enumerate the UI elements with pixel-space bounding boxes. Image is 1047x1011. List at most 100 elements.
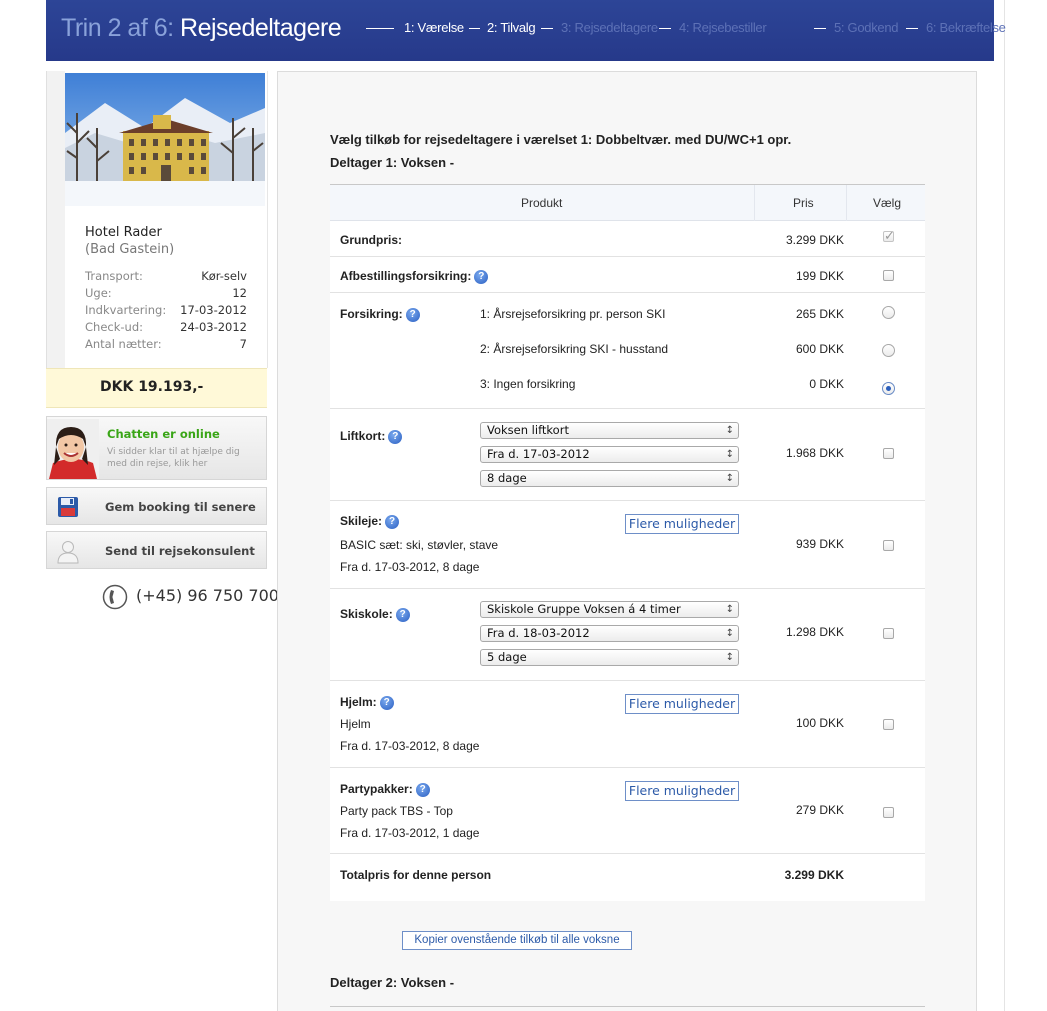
save-booking-label: Gem booking til senere [105, 500, 256, 514]
lift-pass-label: Liftkort:? [340, 429, 403, 444]
step-prefix: Trin 2 af 6: [61, 14, 174, 42]
step-3: 3: Rejsedeltagere [561, 20, 658, 35]
base-price-label: Grundpris: [340, 233, 402, 247]
base-price-value: 3.299 DKK [785, 233, 844, 247]
chat-button[interactable]: Chatten er online Vi sidder klar til at … [46, 416, 267, 480]
helmet-more-options-button[interactable]: Flere muligheder [625, 694, 739, 714]
insurance-option-3-price: 0 DKK [809, 377, 844, 391]
cancellation-insurance-price: 199 DKK [795, 269, 844, 283]
row-helmet: Hjelm:? Hjelm Fra d. 17-03-2012, 8 dage … [330, 681, 925, 768]
insurance-text: Forsikring: [340, 307, 403, 321]
ski-school-type-select[interactable]: Skiskole Gruppe Voksen á 4 timer [480, 601, 739, 618]
info-label: Indkvartering: [85, 303, 167, 317]
step-line [814, 28, 826, 29]
helmet-label: Hjelm:? [340, 695, 394, 710]
help-icon[interactable]: ? [415, 783, 430, 797]
helmet-description: Hjelm [340, 717, 371, 731]
lift-pass-price: 1.968 DKK [785, 446, 844, 460]
phone-number: (+45) 96 750 700 [136, 586, 279, 605]
save-booking-button[interactable]: Gem booking til senere [46, 487, 267, 525]
column-select: Vælg [873, 196, 902, 210]
row-party-packs: Partypakker:? Party pack TBS - Top Fra d… [330, 768, 925, 854]
party-packs-more-options-button[interactable]: Flere muligheder [625, 781, 739, 801]
step-4: 4: Rejsebestiller [679, 20, 767, 35]
help-icon[interactable]: ? [379, 696, 394, 710]
helmet-text: Hjelm: [340, 695, 377, 709]
insurance-option-1-price: 265 DKK [795, 307, 844, 321]
party-packs-description: Party pack TBS - Top [340, 804, 453, 818]
info-value: 17-03-2012 [180, 303, 247, 317]
row-ski-rental: Skileje:? BASIC sæt: ski, støvler, stave… [330, 501, 925, 589]
helmet-checkbox[interactable] [883, 719, 894, 730]
step-6: 6: Bekræftelse [926, 20, 1006, 35]
helmet-date: Fra d. 17-03-2012, 8 dage [340, 739, 480, 753]
column-product: Produkt [521, 196, 563, 210]
insurance-option-3-radio[interactable] [882, 382, 895, 395]
step-line [659, 28, 671, 29]
help-icon[interactable]: ? [405, 308, 420, 322]
person-icon [57, 540, 79, 564]
addon-table: Produkt Pris Vælg Grundpris: 3.299 DKK A… [330, 184, 925, 901]
step-1[interactable]: 1: Værelse [404, 20, 464, 35]
info-value: Kør-selv [201, 269, 247, 283]
base-price-checkbox [883, 228, 895, 244]
lift-pass-type-select[interactable]: Voksen liftkort [480, 422, 739, 439]
copy-to-all-adults-button[interactable]: Kopier ovenstående tilkøb til alle voksn… [402, 931, 632, 950]
insurance-option-2-price: 600 DKK [795, 342, 844, 356]
row-lift-pass: Liftkort:? Voksen liftkort Fra d. 17-03-… [330, 409, 925, 501]
info-value: 24-03-2012 [180, 320, 247, 334]
ski-rental-more-options-button[interactable]: Flere muligheder [625, 514, 739, 534]
help-icon[interactable]: ? [474, 270, 489, 284]
ski-rental-checkbox[interactable] [883, 540, 894, 551]
page-edge [1004, 0, 1005, 1011]
help-icon[interactable]: ? [385, 515, 400, 529]
participant-2-heading: Deltager 2: Voksen - [330, 975, 455, 990]
ski-school-days-select[interactable]: 5 dage [480, 649, 739, 666]
row-insurance: Forsikring:? 1: Årsrejseforsikring pr. p… [330, 293, 925, 409]
helmet-price: 100 DKK [795, 716, 844, 730]
lift-pass-date-select[interactable]: Fra d. 17-03-2012 [480, 446, 739, 463]
info-label: Transport: [85, 269, 143, 283]
ski-school-checkbox[interactable] [883, 628, 894, 639]
row-cancellation-insurance: Afbestillingsforsikring:? 199 DKK [330, 257, 925, 293]
cancellation-insurance-checkbox[interactable] [883, 270, 894, 281]
main-panel: Vælg tilkøb for rejsedeltagere i værelse… [277, 71, 977, 1011]
party-packs-text: Partypakker: [340, 782, 413, 796]
column-divider [754, 185, 755, 221]
step-5: 5: Godkend [834, 20, 899, 35]
step-name: Rejsedeltagere [180, 14, 342, 42]
info-label: Uge: [85, 286, 112, 300]
total-price: DKK 19.193,- [100, 379, 204, 395]
step-line [366, 28, 394, 29]
lift-pass-checkbox[interactable] [883, 448, 894, 459]
total-label: Totalpris for denne person [340, 868, 492, 882]
header-bar: Trin 2 af 6: Rejsedeltagere 1: Værelse 2… [46, 0, 1006, 61]
column-divider [846, 185, 847, 221]
party-packs-price: 279 DKK [795, 803, 844, 817]
party-packs-checkbox[interactable] [883, 807, 894, 818]
floppy-disk-icon [57, 496, 79, 518]
send-to-consultant-button[interactable]: Send til rejsekonsulent [46, 531, 267, 569]
insurance-option-1-radio[interactable] [882, 306, 895, 319]
help-icon[interactable]: ? [395, 608, 410, 622]
info-value: 12 [232, 286, 247, 300]
insurance-option-3: 3: Ingen forsikring [480, 377, 576, 391]
info-label: Antal nætter: [85, 337, 162, 351]
hotel-name: Hotel Rader [85, 225, 162, 240]
insurance-label: Forsikring:? [340, 307, 420, 322]
party-packs-label: Partypakker:? [340, 782, 430, 797]
lift-pass-text: Liftkort: [340, 429, 386, 443]
column-price: Pris [793, 196, 814, 210]
chat-avatar-icon [47, 419, 99, 479]
step-2[interactable]: 2: Tilvalg [487, 20, 536, 35]
total-price-box: DKK 19.193,- [46, 368, 267, 408]
table-top-rule [330, 1006, 925, 1007]
phone-contact: (+45) 96 750 700 [102, 584, 279, 610]
step-line [906, 28, 918, 29]
hotel-summary: Hotel Rader (Bad Gastein) Transport: Kør… [46, 71, 268, 368]
lift-pass-days-select[interactable]: 8 dage [480, 470, 739, 487]
hotel-photo [65, 73, 265, 206]
help-icon[interactable]: ? [388, 430, 403, 444]
ski-school-date-select[interactable]: Fra d. 18-03-2012 [480, 625, 739, 642]
insurance-option-2-radio[interactable] [882, 344, 895, 357]
